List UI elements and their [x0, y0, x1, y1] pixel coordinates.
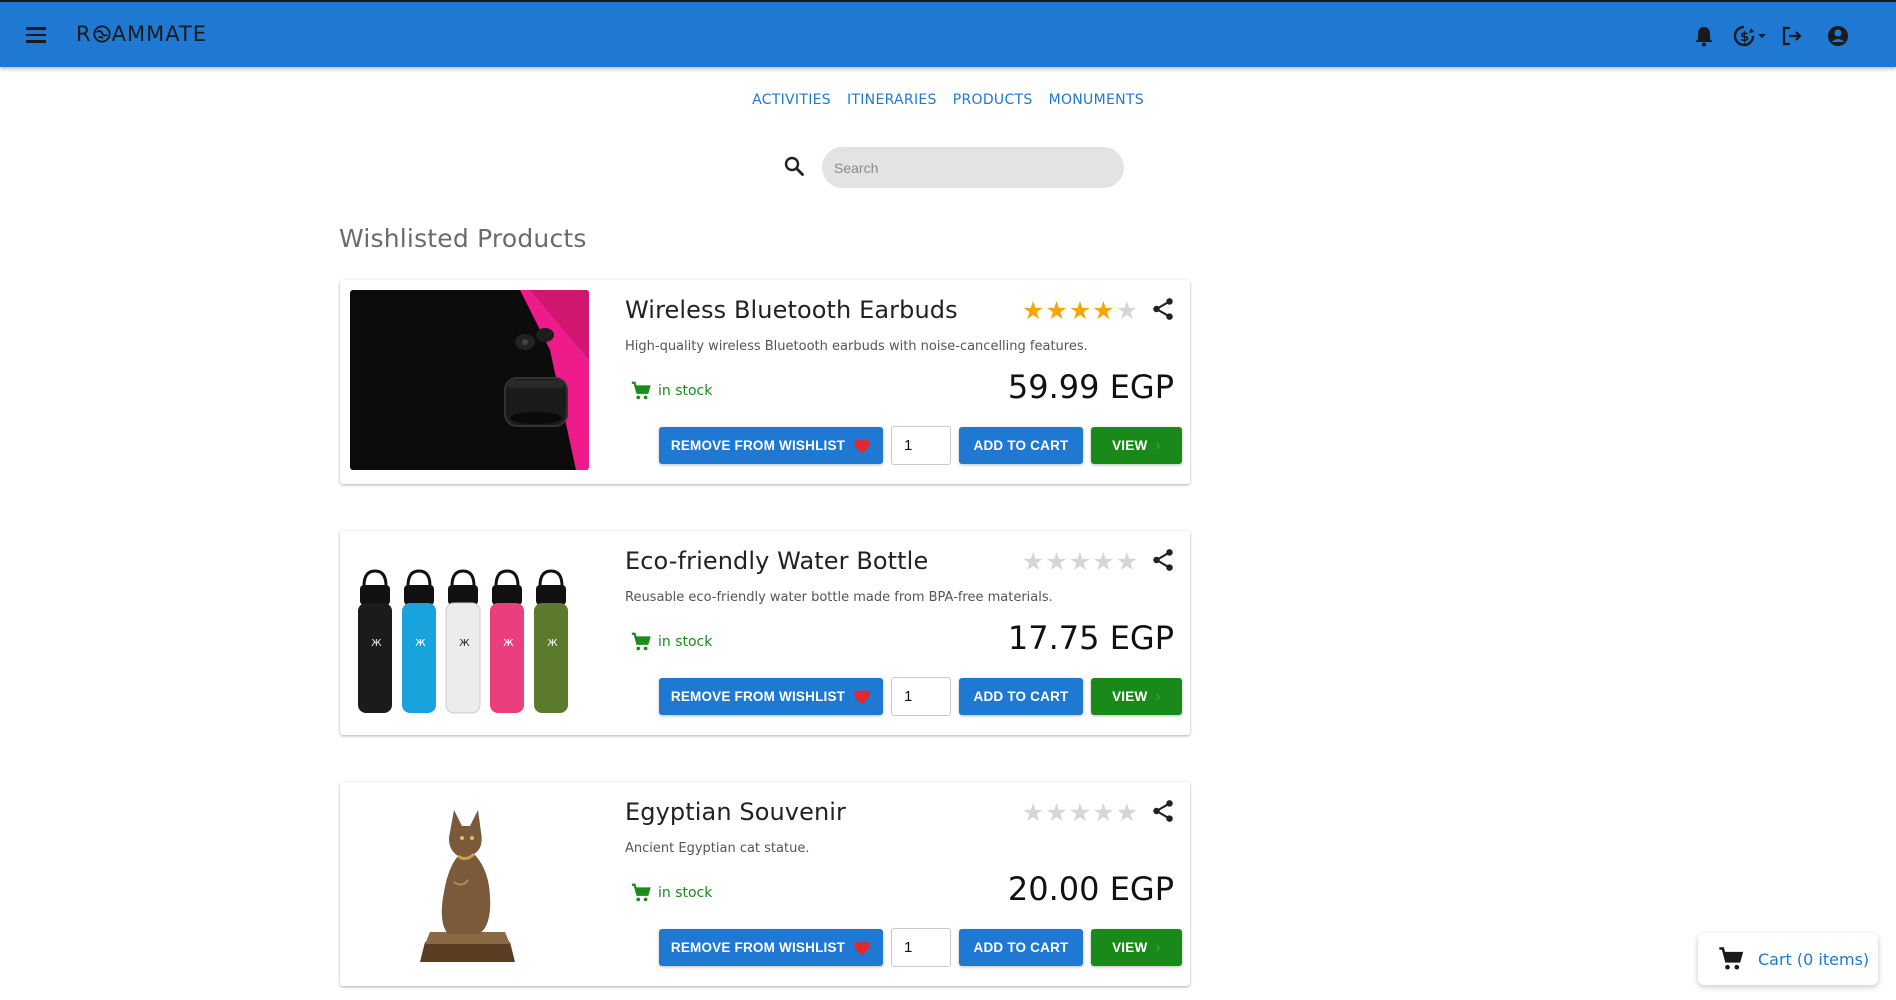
remove-from-wishlist-button[interactable]: REMOVE FROM WISHLIST [659, 427, 883, 464]
product-image-cat-statue[interactable] [350, 792, 589, 972]
product-description: Ancient Egyptian cat statue. [625, 841, 810, 856]
view-label: VIEW [1112, 438, 1148, 453]
star-icon[interactable]: ★ [1069, 298, 1091, 324]
svg-text:ж: ж [459, 635, 470, 649]
stock-status: in stock [630, 631, 712, 653]
nav-products[interactable]: PRODUCTS [945, 92, 1041, 108]
svg-text:ж: ж [547, 635, 558, 649]
chevron-right-icon: › [1155, 687, 1161, 705]
view-button[interactable]: VIEW › [1091, 678, 1182, 715]
star-icon[interactable]: ★ [1116, 298, 1138, 324]
rating-stars[interactable]: ★ ★ ★ ★ ★ [1022, 298, 1138, 324]
svg-text:ж: ж [503, 635, 514, 649]
share-icon[interactable] [1150, 547, 1176, 573]
brand-prefix: R [76, 22, 92, 46]
cart-icon [631, 632, 651, 651]
star-icon[interactable]: ★ [1116, 800, 1138, 826]
stock-label: in stock [658, 383, 713, 399]
view-button[interactable]: VIEW › [1091, 929, 1182, 966]
star-icon[interactable]: ★ [1045, 800, 1067, 826]
product-name[interactable]: Eco-friendly Water Bottle [625, 547, 928, 575]
cart-label: Cart (0 items) [1758, 949, 1870, 969]
brand-suffix: AMMATE [111, 22, 208, 46]
share-icon[interactable] [1150, 296, 1176, 322]
star-icon[interactable]: ★ [1069, 549, 1091, 575]
svg-text:$: $ [1740, 30, 1749, 45]
search-input[interactable] [822, 147, 1124, 188]
menu-icon[interactable] [23, 23, 49, 47]
add-to-cart-button[interactable]: ADD TO CART [959, 929, 1083, 966]
remove-label: REMOVE FROM WISHLIST [670, 689, 846, 704]
product-image-earbuds[interactable] [350, 290, 589, 470]
star-icon[interactable]: ★ [1022, 800, 1044, 826]
product-card: Egyptian Souvenir Ancient Egyptian cat s… [340, 782, 1190, 986]
heart-icon [854, 438, 870, 453]
remove-from-wishlist-button[interactable]: REMOVE FROM WISHLIST [659, 678, 883, 715]
chevron-right-icon: › [1155, 938, 1161, 956]
logout-icon[interactable] [1776, 20, 1808, 52]
account-circle-icon[interactable] [1822, 20, 1854, 52]
product-price: 59.99 EGP [1007, 368, 1174, 406]
nav-monuments[interactable]: MONUMENTS [1041, 92, 1152, 108]
star-icon[interactable]: ★ [1092, 298, 1114, 324]
search-icon[interactable] [783, 155, 805, 177]
product-description: Reusable eco-friendly water bottle made … [625, 590, 1053, 605]
main-nav: ACTIVITIES ITINERARIES PRODUCTS MONUMENT… [0, 92, 1896, 108]
star-icon[interactable]: ★ [1045, 298, 1067, 324]
nav-activities[interactable]: ACTIVITIES [744, 92, 839, 108]
star-icon[interactable]: ★ [1092, 549, 1114, 575]
cart-icon [631, 883, 651, 902]
product-name[interactable]: Egyptian Souvenir [625, 798, 846, 826]
view-button[interactable]: VIEW › [1091, 427, 1182, 464]
cart-icon [631, 381, 651, 400]
bell-icon[interactable] [1688, 20, 1720, 52]
star-icon[interactable]: ★ [1116, 549, 1138, 575]
view-label: VIEW [1112, 689, 1148, 704]
cart-icon [1719, 947, 1744, 970]
quantity-input[interactable] [891, 928, 951, 967]
star-icon[interactable]: ★ [1069, 800, 1091, 826]
svg-text:ж: ж [415, 635, 426, 649]
star-icon[interactable]: ★ [1022, 298, 1044, 324]
chevron-right-icon: › [1155, 436, 1161, 454]
heart-icon [854, 689, 870, 704]
product-image-water-bottle[interactable]: ж ж ж ж ж [350, 541, 589, 721]
product-name[interactable]: Wireless Bluetooth Earbuds [625, 296, 958, 324]
view-label: VIEW [1112, 940, 1148, 955]
heart-icon [854, 940, 870, 955]
page-title: Wishlisted Products [339, 224, 587, 253]
globe-icon [93, 25, 111, 43]
cart-button[interactable]: Cart (0 items) [1698, 933, 1878, 985]
product-price: 17.75 EGP [1007, 619, 1174, 657]
svg-text:ж: ж [371, 635, 382, 649]
nav-itineraries[interactable]: ITINERARIES [839, 92, 945, 108]
add-to-cart-button[interactable]: ADD TO CART [959, 678, 1083, 715]
product-card: ж ж ж ж ж Eco-friendly Water Bottle Reus… [340, 531, 1190, 735]
star-icon[interactable]: ★ [1045, 549, 1067, 575]
share-icon[interactable] [1150, 798, 1176, 824]
product-price: 20.00 EGP [1007, 870, 1174, 908]
stock-label: in stock [658, 885, 713, 901]
rating-stars[interactable]: ★ ★ ★ ★ ★ [1022, 800, 1138, 826]
remove-label: REMOVE FROM WISHLIST [670, 940, 846, 955]
quantity-input[interactable] [891, 677, 951, 716]
app-bar: R AMMATE $ [0, 0, 1896, 67]
add-to-cart-button[interactable]: ADD TO CART [959, 427, 1083, 464]
stock-label: in stock [658, 634, 713, 650]
product-description: High-quality wireless Bluetooth earbuds … [625, 339, 1088, 354]
remove-label: REMOVE FROM WISHLIST [670, 438, 846, 453]
brand-logo[interactable]: R AMMATE [76, 22, 207, 46]
quantity-input[interactable] [891, 426, 951, 465]
rating-stars[interactable]: ★ ★ ★ ★ ★ [1022, 549, 1138, 575]
product-card: Wireless Bluetooth Earbuds High-quality … [340, 280, 1190, 484]
remove-from-wishlist-button[interactable]: REMOVE FROM WISHLIST [659, 929, 883, 966]
currency-exchange-icon[interactable]: $ [1730, 20, 1770, 52]
stock-status: in stock [630, 882, 712, 904]
star-icon[interactable]: ★ [1092, 800, 1114, 826]
stock-status: in stock [630, 380, 712, 402]
star-icon[interactable]: ★ [1022, 549, 1044, 575]
